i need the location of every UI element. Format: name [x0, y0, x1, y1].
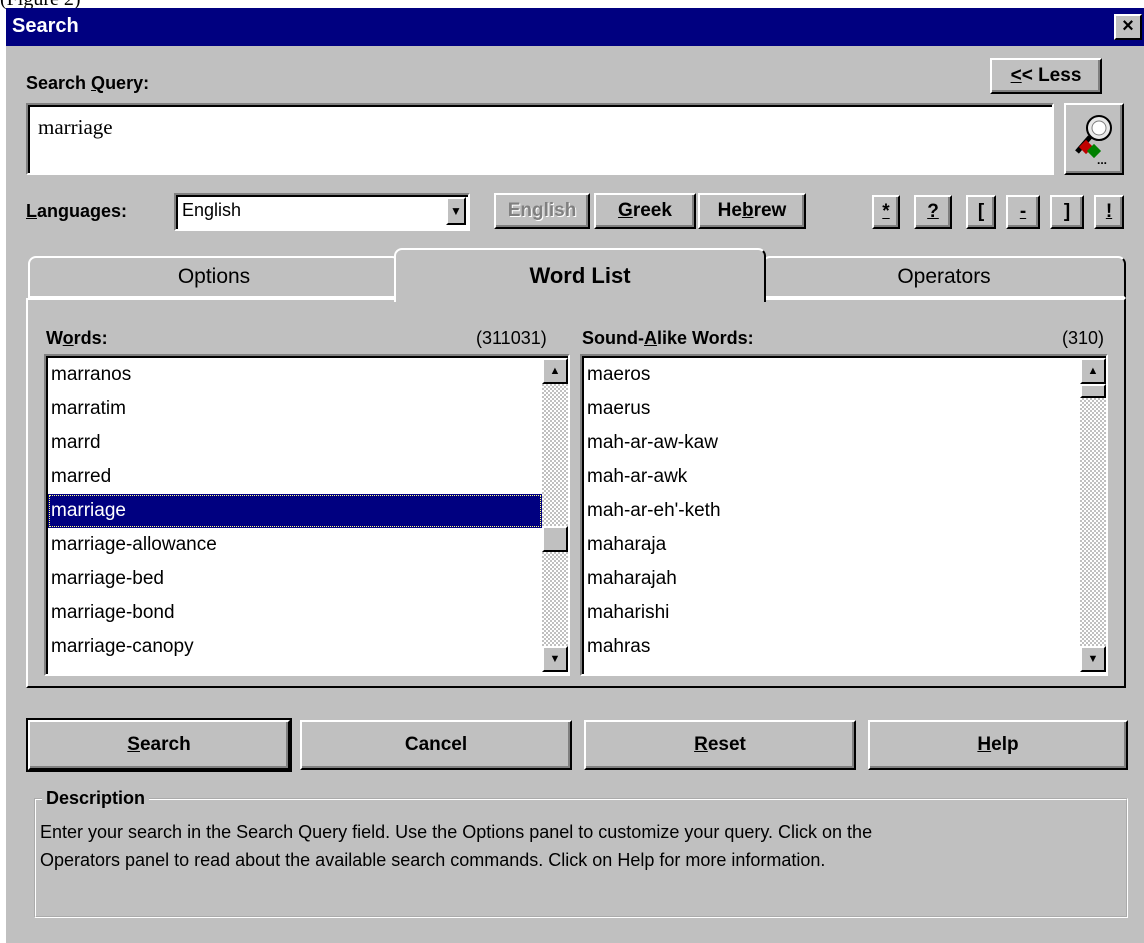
list-item[interactable]: mah-ar-eh'-keth: [584, 494, 1080, 528]
operator-button-close-bracket[interactable]: ]: [1050, 195, 1084, 229]
description-title: Description: [42, 788, 150, 809]
languages-select[interactable]: English ▼: [174, 193, 470, 231]
language-button-greek[interactable]: Greek: [594, 193, 696, 229]
list-item[interactable]: marriage-canopy: [48, 630, 542, 664]
list-item[interactable]: mahras: [584, 630, 1080, 664]
scroll-down-icon[interactable]: ▼: [542, 646, 568, 672]
scroll-thumb[interactable]: [542, 526, 568, 552]
operator-button-exclaim[interactable]: !: [1094, 195, 1124, 229]
svg-text:...: ...: [1097, 153, 1107, 166]
search-query-label: Search Query:: [26, 73, 150, 93]
description-text: Enter your search in the Search Query fi…: [40, 818, 1120, 874]
search-query-value: marriage: [38, 115, 113, 139]
title-bar: Search ×: [6, 8, 1144, 46]
list-item[interactable]: marratim: [48, 392, 542, 426]
list-item[interactable]: maeros: [584, 358, 1080, 392]
scroll-up-icon[interactable]: ▲: [1080, 358, 1106, 384]
operator-button-open-bracket[interactable]: [: [966, 195, 996, 229]
words-count: (311031): [476, 328, 547, 348]
list-item[interactable]: marriage-allowance: [48, 528, 542, 562]
search-glyph-button[interactable]: ...: [1064, 103, 1124, 175]
tab-options[interactable]: Options: [28, 256, 400, 298]
window-title: Search: [12, 15, 79, 37]
list-item[interactable]: maharishi: [584, 596, 1080, 630]
list-item-selected[interactable]: marriage: [48, 494, 542, 528]
scroll-up-icon[interactable]: ▲: [542, 358, 568, 384]
words-list[interactable]: marranos marratim marrd marred marriage …: [44, 354, 570, 676]
chevron-down-icon[interactable]: ▼: [446, 197, 466, 225]
list-item[interactable]: marred: [48, 460, 542, 494]
list-item[interactable]: marrd: [48, 426, 542, 460]
help-button[interactable]: Help: [868, 720, 1128, 770]
scroll-down-icon[interactable]: ▼: [1080, 646, 1106, 672]
list-item[interactable]: marranos: [48, 358, 542, 392]
description-line-1: Enter your search in the Search Query fi…: [40, 822, 873, 842]
languages-label: Languages:: [26, 201, 128, 221]
operator-button-question[interactable]: ?: [914, 195, 952, 229]
search-query-input[interactable]: marriage: [26, 103, 1054, 175]
list-item[interactable]: mah-ar-awk: [584, 460, 1080, 494]
operator-button-dash[interactable]: -: [1006, 195, 1040, 229]
list-item[interactable]: marriage-bond: [48, 596, 542, 630]
reset-button[interactable]: Reset: [584, 720, 856, 770]
languages-selected-value: English: [182, 200, 242, 220]
list-item[interactable]: maharajah: [584, 562, 1080, 596]
list-item[interactable]: mah-ar-aw-kaw: [584, 426, 1080, 460]
close-icon[interactable]: ×: [1114, 14, 1142, 40]
list-item[interactable]: marriage-bed: [48, 562, 542, 596]
cancel-button[interactable]: Cancel: [300, 720, 572, 770]
soundalike-list[interactable]: maeros maerus mah-ar-aw-kaw mah-ar-awk m…: [580, 354, 1108, 676]
tab-word-list[interactable]: Word List: [394, 248, 766, 302]
operator-button-asterisk[interactable]: *: [872, 195, 900, 229]
soundalike-count: (310): [1062, 328, 1105, 348]
description-line-2: Operators panel to read about the availa…: [40, 850, 826, 870]
search-button[interactable]: Search: [26, 718, 292, 772]
words-label: Words:: [46, 328, 108, 348]
language-button-hebrew[interactable]: Hebrew: [698, 193, 806, 229]
scroll-thumb[interactable]: [1080, 384, 1106, 398]
less-button[interactable]: << Less: [990, 58, 1102, 94]
tab-operators[interactable]: Operators: [762, 256, 1126, 298]
soundalike-label: Sound-Alike Words:: [582, 328, 754, 348]
list-item[interactable]: maerus: [584, 392, 1080, 426]
language-button-english[interactable]: English: [494, 193, 590, 229]
words-scrollbar[interactable]: ▲ ▼: [542, 358, 568, 672]
soundalike-scrollbar[interactable]: ▲ ▼: [1080, 358, 1106, 672]
words-list-items: marranos marratim marrd marred marriage …: [48, 358, 542, 672]
soundalike-list-items: maeros maerus mah-ar-aw-kaw mah-ar-awk m…: [584, 358, 1080, 672]
magnifier-icon: ...: [1075, 115, 1112, 166]
list-item[interactable]: maharaja: [584, 528, 1080, 562]
